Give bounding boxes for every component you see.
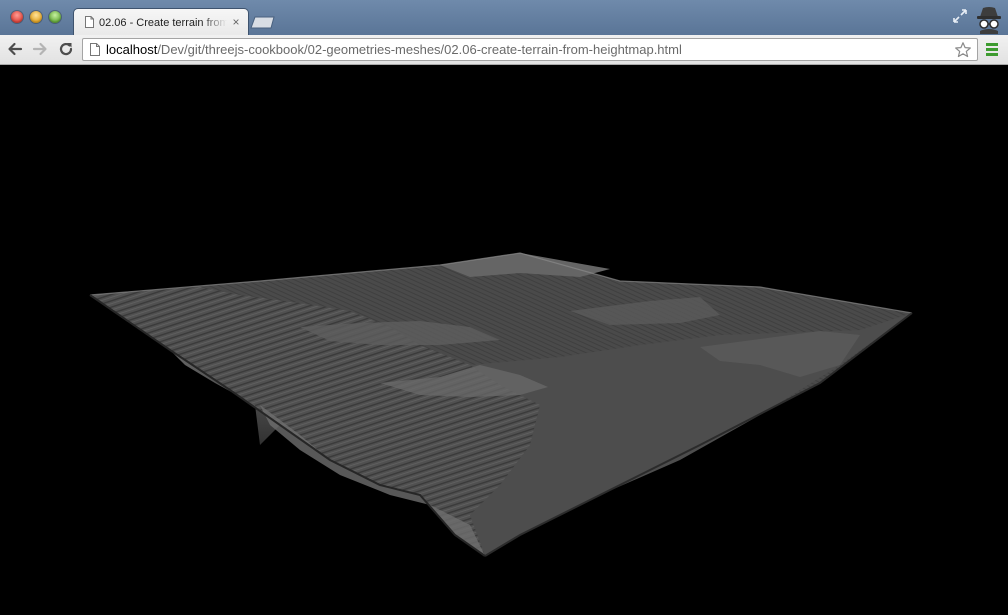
page-icon [90,43,100,56]
hamburger-menu-icon[interactable] [985,41,999,57]
window-zoom-button[interactable] [49,11,61,23]
tab-active[interactable]: 02.06 - Create terrain from heightmap × [73,8,249,36]
url-text[interactable]: localhost/Dev/git/threejs-cookbook/02-ge… [106,42,682,58]
reload-icon[interactable] [57,40,75,58]
new-tab-button[interactable] [250,16,276,29]
page-icon [85,16,94,28]
tab-close-button[interactable]: × [229,15,243,29]
webgl-viewport[interactable] [0,65,1008,615]
url-host: localhost [106,42,158,57]
star-icon[interactable] [954,41,972,59]
forward-arrow-icon[interactable] [31,40,49,58]
terrain-mesh [89,252,913,557]
tab-strip: 02.06 - Create terrain from heightmap × [0,0,1008,36]
window-close-button[interactable] [11,11,23,23]
url-path: /Dev/git/threejs-cookbook/02-geometries-… [157,42,682,57]
tab-title: 02.06 - Create terrain from heightmap [99,17,227,29]
browser-toolbar: localhost/Dev/git/threejs-cookbook/02-ge… [0,35,1008,65]
fullscreen-icon[interactable] [952,8,968,24]
incognito-icon [977,7,1001,34]
back-arrow-icon[interactable] [6,40,24,58]
window-minimize-button[interactable] [30,11,42,23]
address-bar[interactable]: localhost/Dev/git/threejs-cookbook/02-ge… [82,38,978,61]
browser-window: 02.06 - Create terrain from heightmap × [0,0,1008,615]
